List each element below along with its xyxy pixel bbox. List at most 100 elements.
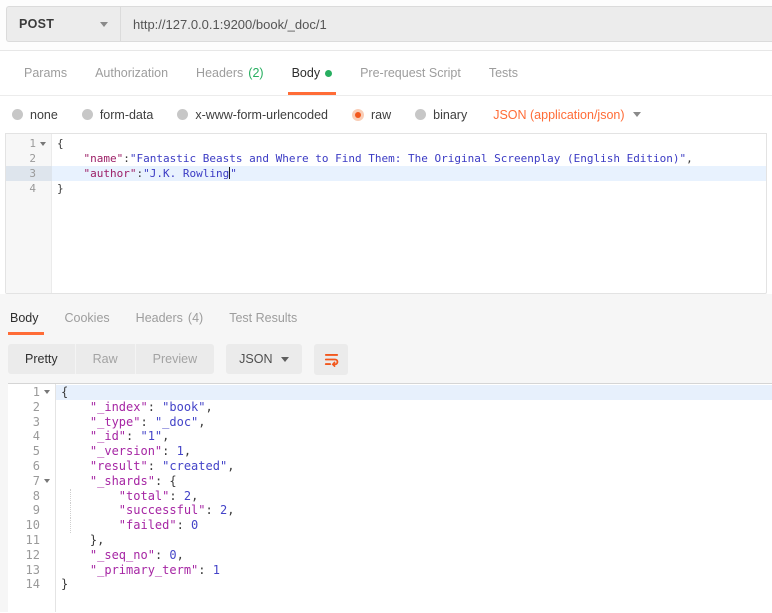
code-line: 11 },: [8, 533, 772, 548]
indent-guide: [70, 503, 71, 519]
line-number: 2: [32, 399, 40, 414]
line-number: 3: [29, 167, 36, 180]
code-text: }: [61, 577, 69, 592]
radio-icon: [177, 109, 189, 120]
code-text: "failed": 0: [56, 518, 772, 533]
wrap-text-button[interactable]: [314, 343, 349, 375]
tab-label: Test Results: [229, 311, 298, 325]
raw-format-dropdown[interactable]: JSON (application/json): [493, 108, 641, 122]
code-line: 3 "author":"J.K. Rowling": [6, 166, 766, 181]
line-number-gutter: 3: [8, 415, 56, 430]
code-text: "total": 2,: [56, 488, 772, 504]
indent-guide: [70, 488, 71, 504]
line-number: 4: [32, 429, 40, 444]
line-number-gutter: 5: [8, 444, 56, 459]
fold-toggle-icon[interactable]: [36, 141, 49, 146]
tab-params[interactable]: Params: [10, 51, 81, 95]
line-number: 14: [25, 577, 40, 592]
radio-label: x-www-form-urlencoded: [195, 107, 328, 122]
tab-pre-request-script[interactable]: Pre-request Script: [346, 51, 475, 95]
radio-label: none: [30, 107, 58, 122]
line-number-gutter: 9: [8, 503, 56, 518]
line-number: 10: [25, 518, 40, 533]
line-number-gutter: 8: [8, 489, 56, 504]
headers-count-badge: (4): [187, 311, 204, 325]
radio-selected-icon: [352, 108, 364, 121]
radio-binary[interactable]: binary: [415, 108, 467, 122]
code-line: 4}: [6, 181, 766, 196]
radio-none[interactable]: none: [12, 108, 58, 122]
headers-count-badge: (2): [248, 66, 264, 80]
response-tab-test-results[interactable]: Test Results: [216, 301, 310, 335]
tab-label: Authorization: [95, 66, 169, 80]
code-text: "_id": "1",: [89, 429, 170, 444]
tab-label: Headers: [196, 66, 244, 80]
response-body-editor[interactable]: 1{2 "_index": "book", 3 "_type": "_doc", 4…: [8, 383, 772, 612]
request-body-editor[interactable]: 1 {2 "name":"Fantastic Beasts and Where t…: [5, 133, 767, 294]
line-number-gutter: 2: [6, 151, 52, 166]
code-line: 13 "_primary_term": 1: [8, 563, 772, 578]
code-text: {: [57, 137, 64, 150]
fold-toggle-icon[interactable]: [40, 390, 53, 395]
method-select[interactable]: POST: [6, 6, 120, 42]
view-raw-button[interactable]: Raw: [74, 344, 135, 374]
url-input[interactable]: [120, 6, 772, 42]
fold-toggle-icon[interactable]: [40, 479, 53, 484]
line-number-gutter: 1: [8, 385, 56, 400]
url-bar: POST: [0, 0, 772, 51]
line-number: 1: [29, 137, 36, 150]
chevron-down-icon: [281, 356, 290, 362]
active-tab-underline: [8, 332, 44, 335]
code-text: {: [56, 385, 772, 400]
response-tab-cookies[interactable]: Cookies: [52, 301, 123, 335]
line-number: 5: [32, 444, 40, 459]
code-line: 12 "_seq_no": 0,: [8, 548, 772, 563]
response-tab-headers[interactable]: Headers (4): [123, 301, 217, 335]
line-number: 6: [32, 458, 40, 473]
tab-label: Headers: [135, 311, 183, 325]
line-number-gutter: 10: [8, 518, 56, 533]
response-tabs: Body Cookies Headers (4) Test Results: [0, 301, 772, 335]
tab-headers[interactable]: Headers (2): [182, 51, 278, 95]
line-number: 13: [25, 562, 40, 577]
radio-x-www-form-urlencoded[interactable]: x-www-form-urlencoded: [177, 108, 328, 122]
line-number-gutter: 11: [8, 533, 56, 548]
code-line: 4 "_id": "1",: [8, 429, 772, 444]
line-number-gutter: 4: [6, 181, 52, 196]
tab-authorization[interactable]: Authorization: [81, 51, 182, 95]
line-number-gutter: 7: [8, 474, 56, 489]
code-line: 7 "_shards": {: [8, 474, 772, 489]
code-line: 3 "_type": "_doc",: [8, 415, 772, 430]
line-number-gutter: 1: [6, 136, 52, 151]
line-number: 11: [25, 532, 40, 547]
tab-body[interactable]: Body: [278, 51, 347, 95]
line-number: 4: [29, 182, 36, 195]
view-mode-group: Pretty Raw Preview: [8, 344, 215, 374]
code-text: "_index": "book",: [89, 399, 213, 414]
radio-icon: [12, 109, 23, 120]
chevron-down-icon: [632, 112, 641, 117]
code-text: "name":"Fantastic Beasts and Where to Fi…: [83, 152, 693, 165]
view-pretty-button[interactable]: Pretty: [8, 344, 75, 374]
code-text: "_seq_no": 0,: [89, 547, 184, 562]
radio-raw[interactable]: raw: [352, 108, 391, 122]
code-text: },: [89, 532, 105, 547]
request-section: POST Params Authorization Headers (2) Bo…: [0, 0, 772, 294]
line-number-gutter: 2: [8, 400, 56, 415]
response-format-dropdown[interactable]: JSON: [226, 344, 303, 374]
code-text: "author":"J.K. Rowling": [52, 166, 766, 181]
line-number: 3: [32, 414, 40, 429]
chevron-down-icon: [100, 21, 108, 27]
tab-label: Params: [24, 66, 68, 80]
line-number-gutter: 12: [8, 548, 56, 563]
radio-label: raw: [371, 107, 392, 122]
radio-form-data[interactable]: form-data: [81, 108, 153, 122]
response-tab-body[interactable]: Body: [8, 301, 52, 335]
view-label: Pretty: [25, 352, 58, 366]
radio-label: binary: [433, 107, 468, 122]
code-line: 10 "failed": 0: [8, 518, 772, 533]
view-preview-button[interactable]: Preview: [134, 344, 214, 374]
code-text: "_type": "_doc",: [89, 414, 206, 429]
tab-tests[interactable]: Tests: [475, 51, 532, 95]
line-number: 12: [25, 547, 40, 562]
